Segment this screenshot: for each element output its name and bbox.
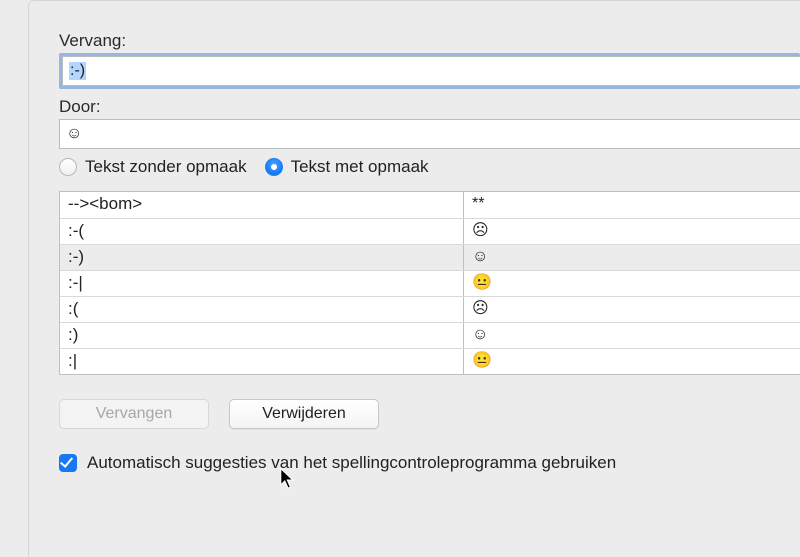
table-cell-from: :( — [60, 297, 464, 322]
auto-suggest-row[interactable]: Automatisch suggesties van het spellingc… — [59, 453, 800, 473]
table-row[interactable]: :|😐 — [60, 348, 800, 374]
auto-suggest-label: Automatisch suggesties van het spellingc… — [87, 453, 616, 473]
table-cell-from: --><bom> — [60, 192, 464, 218]
radio-formatted-label: Tekst met opmaak — [291, 157, 429, 177]
table-row[interactable]: :)☺ — [60, 322, 800, 348]
table-cell-to: ☹ — [464, 219, 800, 244]
delete-button[interactable]: Verwijderen — [229, 399, 379, 429]
table-row[interactable]: --><bom>** — [60, 192, 800, 218]
table-cell-to: 😐 — [464, 349, 800, 374]
radio-icon — [265, 158, 283, 176]
table-cell-from: :) — [60, 323, 464, 348]
with-input-value: ☺ — [66, 125, 82, 143]
checkbox-icon[interactable] — [59, 454, 77, 472]
with-input[interactable]: ☺ — [59, 119, 800, 149]
table-cell-from: :-( — [60, 219, 464, 244]
replace-input[interactable]: :-) — [62, 56, 800, 86]
radio-icon — [59, 158, 77, 176]
table-row[interactable]: :(☹ — [60, 296, 800, 322]
radio-plain-label: Tekst zonder opmaak — [85, 157, 247, 177]
table-cell-from: :-) — [60, 245, 464, 270]
table-cell-to: ** — [464, 192, 800, 218]
table-row[interactable]: :-)☺ — [60, 244, 800, 270]
table-cell-to: ☹ — [464, 297, 800, 322]
with-label: Door: — [59, 97, 800, 117]
replace-input-selection: :-) — [69, 62, 86, 80]
table-cell-from: :-| — [60, 271, 464, 296]
radio-plain-text[interactable]: Tekst zonder opmaak — [59, 157, 247, 177]
replace-input-wrap: :-) — [59, 53, 800, 89]
table-cell-to: 😐 — [464, 271, 800, 296]
replace-label: Vervang: — [59, 31, 800, 51]
table-cell-to: ☺ — [464, 245, 800, 270]
replace-button[interactable]: Vervangen — [59, 399, 209, 429]
format-radio-group: Tekst zonder opmaak Tekst met opmaak — [59, 157, 800, 177]
table-cell-to: ☺ — [464, 323, 800, 348]
table-row[interactable]: :-(☹ — [60, 218, 800, 244]
replacements-table[interactable]: --><bom>**:-(☹:-)☺:-|😐:(☹:)☺:|😐 — [59, 191, 800, 375]
autocorrect-panel: Vervang: :-) Door: ☺ Tekst zonder opmaak… — [28, 0, 800, 557]
table-cell-from: :| — [60, 349, 464, 374]
table-row[interactable]: :-|😐 — [60, 270, 800, 296]
radio-formatted-text[interactable]: Tekst met opmaak — [265, 157, 429, 177]
button-row: Vervangen Verwijderen — [59, 399, 800, 429]
